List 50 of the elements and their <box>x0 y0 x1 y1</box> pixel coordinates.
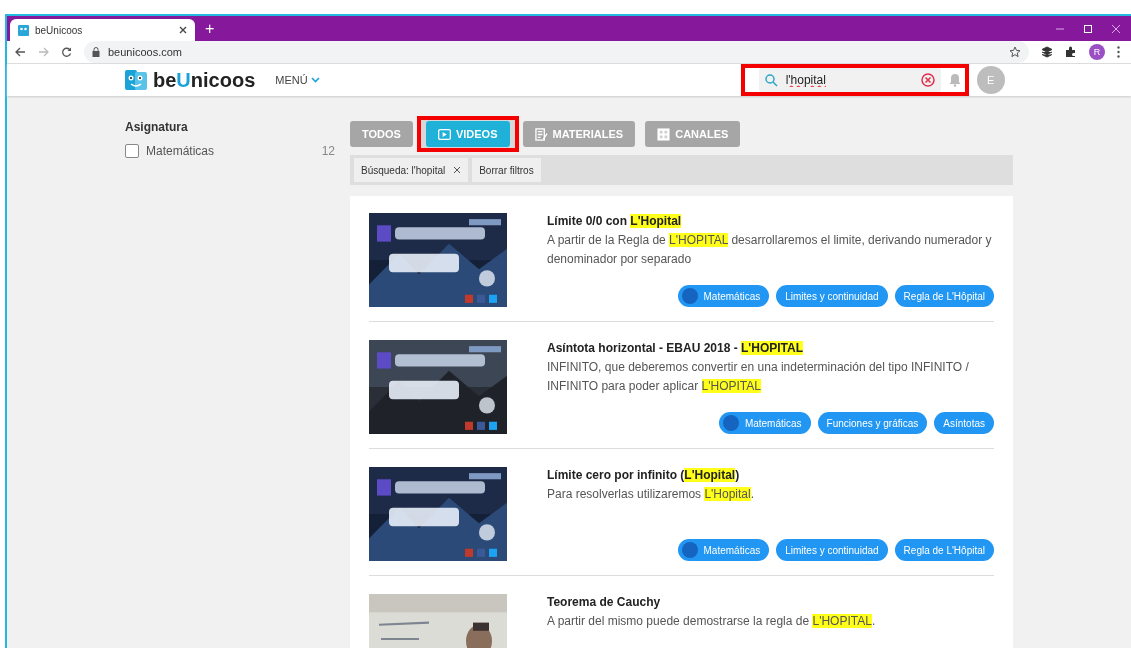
play-icon <box>437 127 451 141</box>
search-bar[interactable]: l'hopital <box>758 68 941 92</box>
grid-icon <box>657 127 671 141</box>
close-icon[interactable] <box>1111 23 1121 34</box>
back-icon[interactable] <box>15 47 26 57</box>
lock-icon <box>92 47 100 57</box>
video-title[interactable]: Límite 0/0 con L'Hopital <box>547 214 994 228</box>
favicon-icon <box>18 24 29 36</box>
kebab-menu-icon[interactable] <box>1117 46 1120 58</box>
caret-icon <box>310 77 320 83</box>
maximize-icon[interactable] <box>1083 23 1093 34</box>
close-icon[interactable] <box>453 166 462 174</box>
tag-button[interactable]: Regla de L'Hôpital <box>894 539 994 561</box>
filter-chip[interactable]: Borrar filtros <box>472 158 541 182</box>
logo-icon <box>125 70 147 90</box>
document-icon <box>534 127 548 141</box>
video-title[interactable]: Teorema de Cauchy <box>547 595 994 609</box>
search-field[interactable]: l'hopital <box>783 72 898 88</box>
clear-icon[interactable] <box>920 73 935 87</box>
close-icon[interactable] <box>179 26 187 34</box>
tag-button[interactable]: Funciones y gráficas <box>817 412 928 434</box>
tag-button[interactable]: Limites y continuidad <box>776 539 888 561</box>
filter-chip[interactable]: Búsqueda: l'hopital <box>354 158 469 182</box>
star-icon[interactable] <box>1009 46 1021 58</box>
search-icon <box>764 73 778 87</box>
tag-button[interactable]: Matemáticas <box>677 539 770 561</box>
reload-icon[interactable] <box>61 46 72 58</box>
filter-label[interactable]: Matemáticas <box>146 144 215 158</box>
tag-button[interactable]: Matemáticas <box>718 412 811 434</box>
checkbox[interactable] <box>125 144 139 158</box>
tag-button[interactable]: Limites y continuidad <box>776 285 888 307</box>
menu-button[interactable]: MENÚ <box>275 74 320 86</box>
layers-icon[interactable] <box>1041 46 1053 58</box>
tag-button[interactable]: Asíntotas <box>934 412 994 434</box>
video-description: INFINITO, que deberemos convertir en una indeterminación del tipo INFINITO / INFINITO para poder aplicar L'HOPITAL <box>547 359 970 395</box>
tag-button[interactable]: Matemáticas <box>677 285 770 307</box>
video-description: A partir del mismo puede demostrarse la regla de L'HOPITAL. <box>547 613 877 630</box>
video-description: A partir de la Regla de L'HOPITAL desarrollaremos el limite, derivando numerador y denominador por separado <box>547 232 993 268</box>
address-bar[interactable]: beunicoos.com <box>84 41 1029 63</box>
video-description: Para resolverlas utilizaremos L'Hopital. <box>547 486 756 503</box>
logo-text[interactable]: beUnicoos <box>153 68 256 92</box>
video-title[interactable]: Asíntota horizontal - EBAU 2018 - L'HOPITAL <box>547 341 994 355</box>
filter-heading: Asignatura <box>125 120 189 134</box>
puzzle-icon[interactable] <box>1065 46 1077 58</box>
filter-count: 12 <box>321 144 335 158</box>
profile-avatar[interactable]: R <box>1089 44 1105 60</box>
new-tab-button[interactable]: + <box>205 20 215 38</box>
tag-button[interactable]: Regla de L'Hôpital <box>894 285 994 307</box>
filter-tab[interactable]: VIDEOS <box>425 121 510 147</box>
browser-tab[interactable]: beUnicoos <box>10 19 195 41</box>
